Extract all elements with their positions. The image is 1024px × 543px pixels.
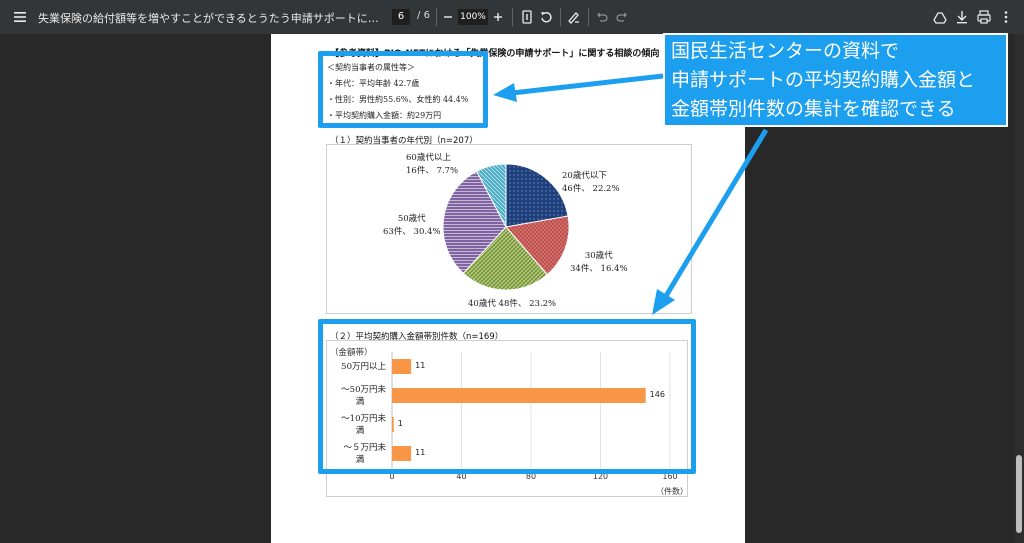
callout-box: 国民生活センターの資料で 申請サポートの平均契約購入金額と 金額帯別件数の集計を… bbox=[663, 33, 1008, 127]
callout-line-3: 金額帯別件数の集計を確認できる bbox=[671, 98, 956, 120]
arrow-to-bar-chart bbox=[652, 128, 769, 315]
arrow-to-attributes bbox=[493, 73, 664, 102]
callout-line-1: 国民生活センターの資料で bbox=[671, 40, 900, 62]
callout-line-2: 申請サポートの平均契約購入金額と bbox=[671, 69, 976, 91]
